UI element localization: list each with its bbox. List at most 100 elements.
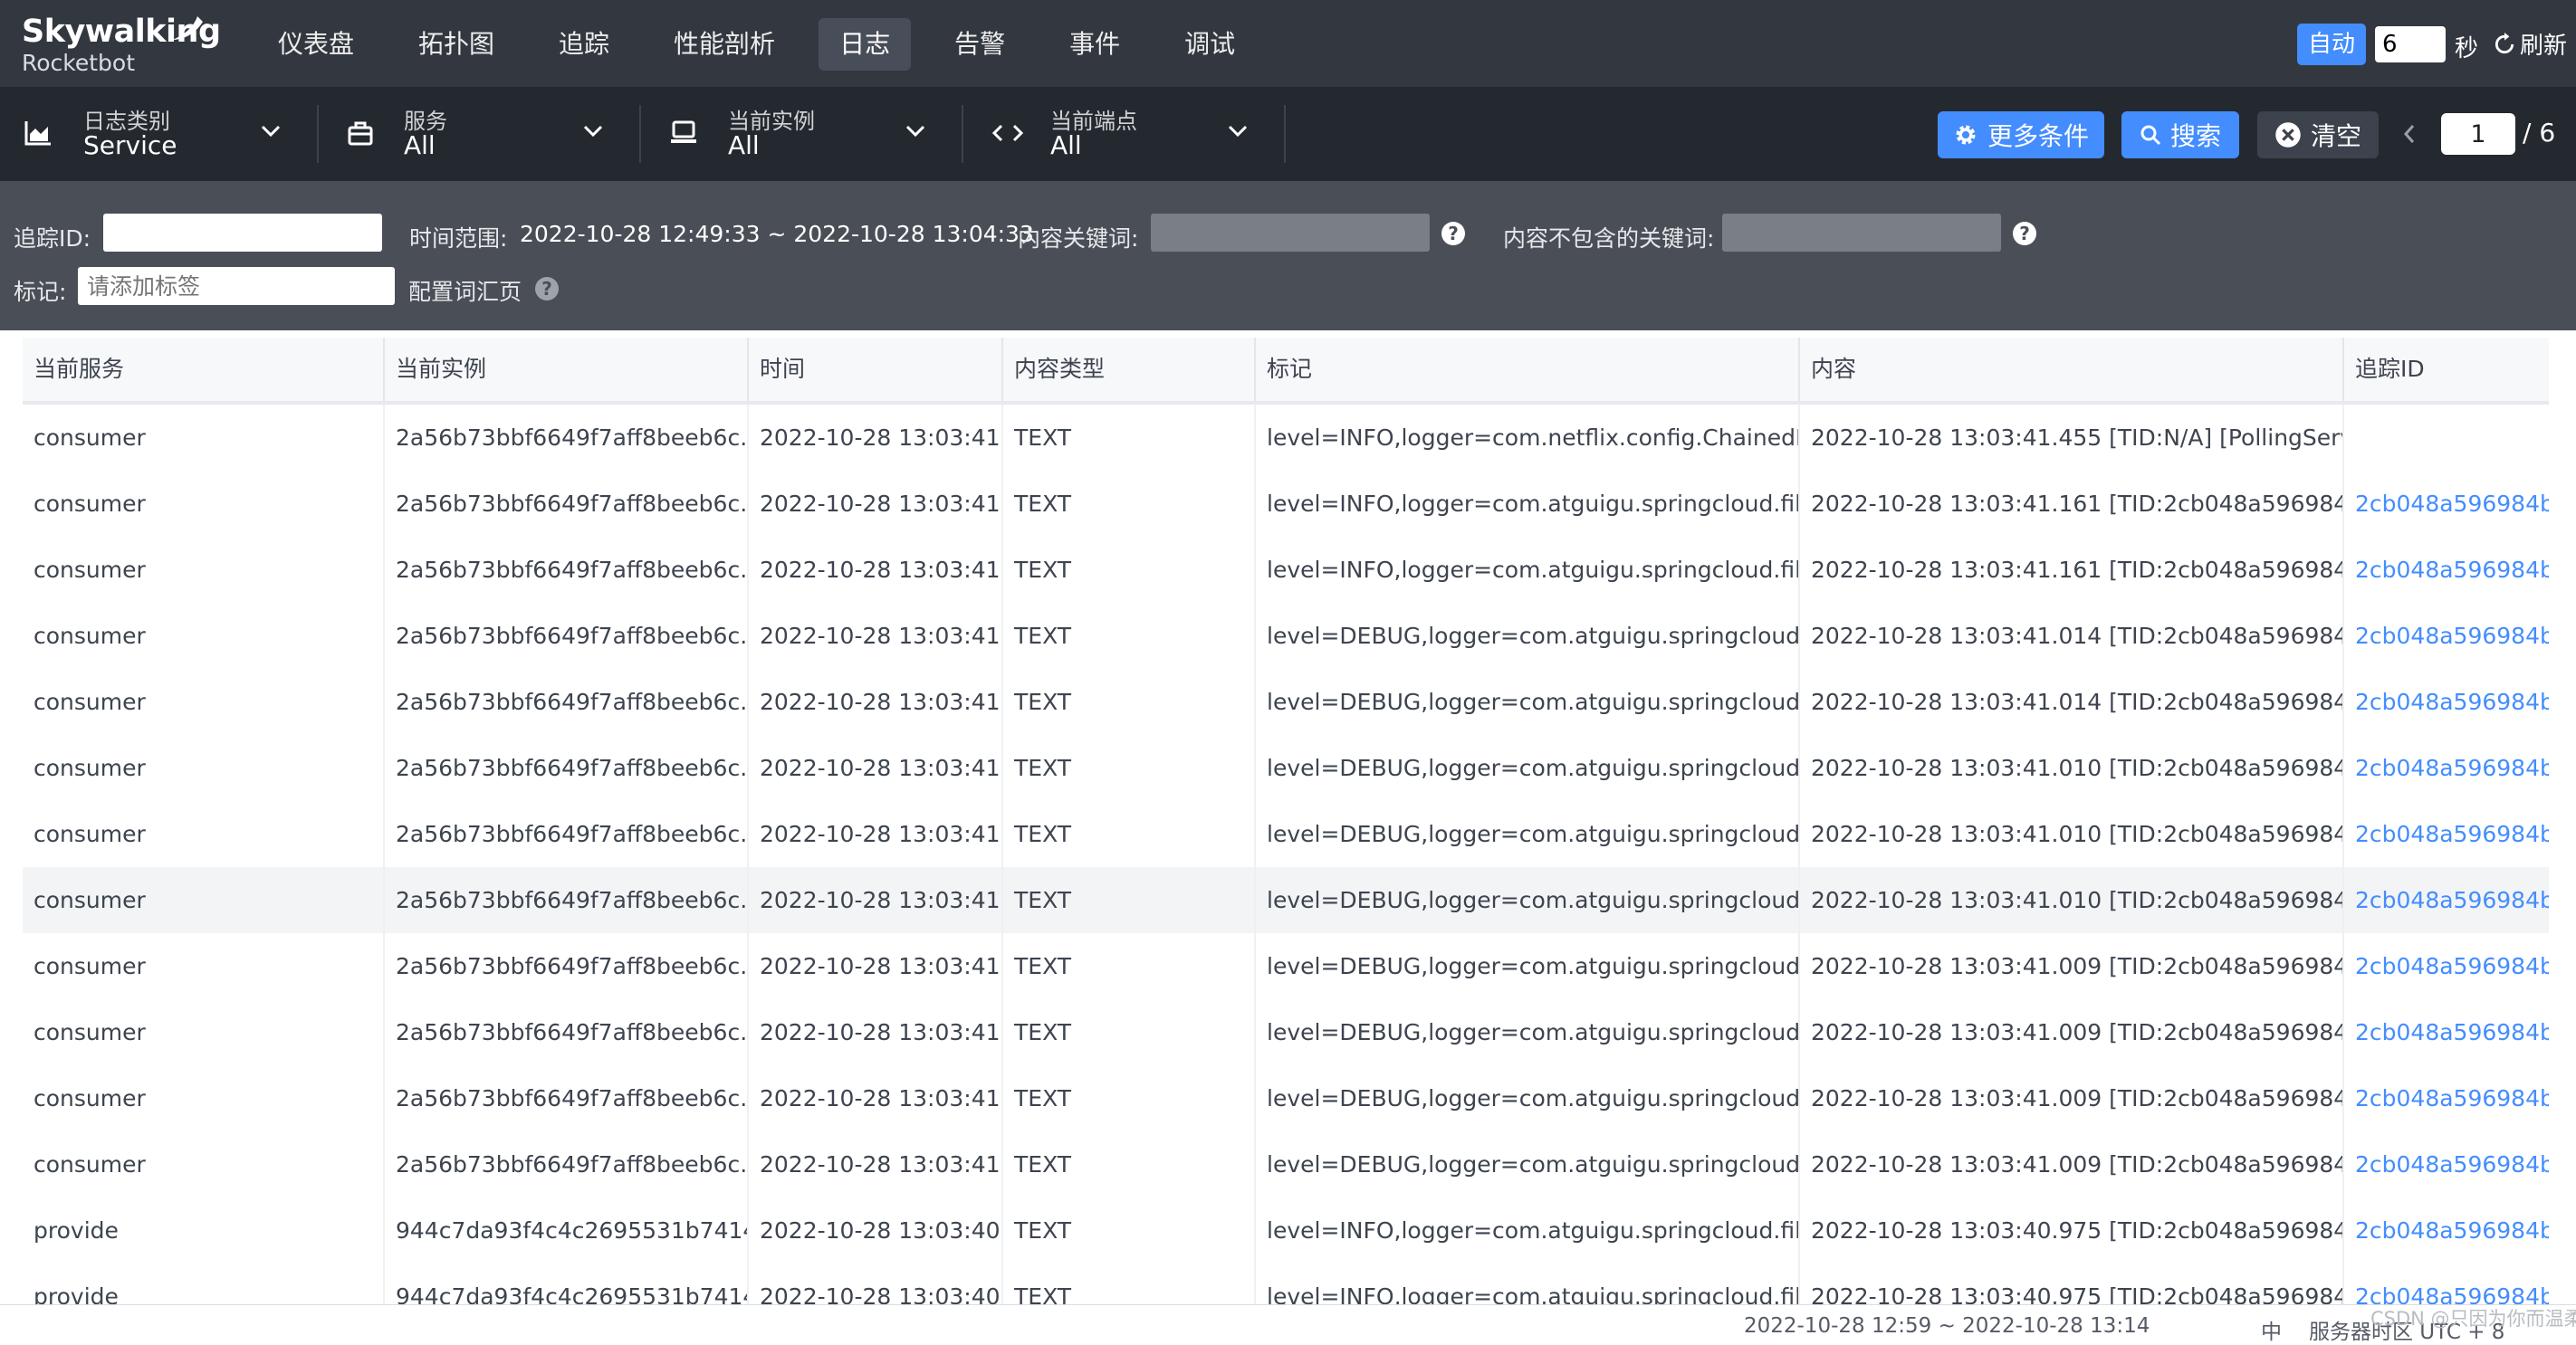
cell-time: 2022-10-28 13:03:41 (749, 735, 1003, 801)
log-type-selector[interactable]: 日志类别 Service (0, 87, 317, 181)
table-row[interactable]: consumer 2a56b73bbf6649f7aff8beeb6c... 202… (23, 537, 2549, 603)
log-table: 当前服务 当前实例 时间 内容类型 标记 内容 追踪ID consumer 2a5… (23, 338, 2549, 1330)
cell-content-type: TEXT (1003, 1197, 1256, 1264)
time-range-value[interactable]: 2022-10-28 12:49:33 ~ 2022-10-28 13:04:3… (520, 221, 1034, 247)
selector-bar: 日志类别 Service 服务 All 当前实例 All 当前端点 All 更多… (0, 87, 2576, 268)
cell-content: 2022-10-28 13:03:41.455 [TID:N/A] [Polli… (1800, 405, 2344, 471)
cell-service: consumer (23, 405, 385, 471)
cell-trace-id[interactable]: 2cb048a596984be (2344, 867, 2549, 933)
refresh-icon (2495, 32, 2514, 53)
cell-content-type: TEXT (1003, 669, 1256, 735)
logo-subtitle: Rocketbot (22, 50, 136, 76)
cell-instance: 2a56b73bbf6649f7aff8beeb6c... (385, 537, 749, 603)
condition-panel: 追踪ID: 时间范围: 2022-10-28 12:49:33 ~ 2022-1… (0, 181, 2576, 330)
cell-content-type: TEXT (1003, 801, 1256, 867)
watermark: CSDN @只因为你而温柔 (2370, 1308, 2576, 1330)
table-row[interactable]: consumer 2a56b73bbf6649f7aff8beeb6c... 202… (23, 999, 2549, 1065)
cell-service: consumer (23, 537, 385, 603)
cell-time: 2022-10-28 13:03:41 (749, 1131, 1003, 1197)
logo[interactable]: Skywalking Rocketbot (22, 16, 221, 76)
chevron-left-icon[interactable] (2402, 123, 2417, 145)
cell-trace-id[interactable]: 2cb048a596984be (2344, 669, 2549, 735)
cell-trace-id[interactable]: 2cb048a596984be (2344, 735, 2549, 801)
laptop-icon (671, 120, 696, 143)
nav-item-topology[interactable]: 拓扑图 (397, 18, 515, 71)
cell-trace-id[interactable]: 2cb048a596984be (2344, 1065, 2549, 1131)
nav-item-dashboard[interactable]: 仪表盘 (257, 18, 375, 71)
table-row[interactable]: consumer 2a56b73bbf6649f7aff8beeb6c... 202… (23, 669, 2549, 735)
table-row[interactable]: consumer 2a56b73bbf6649f7aff8beeb6c... 202… (23, 735, 2549, 801)
instance-selector[interactable]: 当前实例 All (641, 87, 962, 181)
table-row[interactable]: consumer 2a56b73bbf6649f7aff8beeb6c... 202… (23, 867, 2549, 933)
search-button[interactable]: 搜索 (2121, 111, 2239, 158)
cell-time: 2022-10-28 13:03:41 (749, 537, 1003, 603)
cell-time: 2022-10-28 13:03:41 (749, 669, 1003, 735)
nav-item-trace[interactable]: 追踪 (538, 18, 630, 71)
cell-trace-id[interactable]: 2cb048a596984be (2344, 1131, 2549, 1197)
table-row[interactable]: consumer 2a56b73bbf6649f7aff8beeb6c... 202… (23, 933, 2549, 999)
endpoint-value: All (1050, 130, 1082, 160)
column-header-instance: 当前实例 (385, 338, 749, 401)
nav-item-alarm[interactable]: 告警 (934, 18, 1026, 71)
status-time-range[interactable]: 2022-10-28 12:59 ~ 2022-10-28 13:14 (1744, 1314, 2150, 1338)
column-header-trace-id: 追踪ID (2355, 356, 2425, 382)
cell-content: 2022-10-28 13:03:41.009 [TID:2cb048a5969… (1800, 933, 2344, 999)
cell-content-type: TEXT (1003, 405, 1256, 471)
cell-service: consumer (23, 471, 385, 537)
column-header-service: 当前服务 (23, 338, 385, 401)
nav-item-debug[interactable]: 调试 (1164, 18, 1256, 71)
nav-item-profile[interactable]: 性能剖析 (653, 18, 796, 71)
cell-trace-id[interactable]: 2cb048a596984be (2344, 603, 2549, 669)
cell-instance: 2a56b73bbf6649f7aff8beeb6c... (385, 735, 749, 801)
cell-instance: 2a56b73bbf6649f7aff8beeb6c... (385, 669, 749, 735)
clear-button[interactable]: 清空 (2257, 111, 2379, 158)
tags-input[interactable] (78, 267, 395, 305)
search-icon (2140, 125, 2161, 146)
page-number-input[interactable] (2441, 113, 2515, 155)
cell-service: provide (23, 1197, 385, 1264)
help-icon[interactable]: ? (2013, 222, 2036, 245)
cell-content: 2022-10-28 13:03:41.014 [TID:2cb048a5969… (1800, 603, 2344, 669)
cell-time: 2022-10-28 13:03:41 (749, 801, 1003, 867)
cell-trace-id[interactable] (2344, 405, 2549, 471)
table-row[interactable]: consumer 2a56b73bbf6649f7aff8beeb6c... 202… (23, 471, 2549, 537)
help-icon[interactable]: ? (535, 277, 559, 300)
table-row[interactable]: consumer 2a56b73bbf6649f7aff8beeb6c... 202… (23, 1131, 2549, 1197)
config-vocab-link[interactable]: 配置词汇页 (408, 274, 522, 307)
exclude-keywords-input[interactable] (1722, 214, 2001, 252)
cell-trace-id[interactable]: 2cb048a596984be (2344, 801, 2549, 867)
refresh-interval-input[interactable] (2375, 26, 2446, 62)
cell-trace-id[interactable]: 2cb048a596984be (2344, 999, 2549, 1065)
table-row[interactable]: consumer 2a56b73bbf6649f7aff8beeb6c... 202… (23, 603, 2549, 669)
close-circle-icon (2275, 122, 2301, 148)
cell-service: consumer (23, 603, 385, 669)
service-selector[interactable]: 服务 All (319, 87, 639, 181)
table-row[interactable]: consumer 2a56b73bbf6649f7aff8beeb6c... 202… (23, 405, 2549, 471)
refresh-button[interactable]: 刷新 (2493, 27, 2567, 61)
trace-id-input[interactable] (103, 214, 382, 252)
cell-content: 2022-10-28 13:03:41.010 [TID:2cb048a5969… (1800, 801, 2344, 867)
keywords-input[interactable] (1151, 214, 1430, 252)
table-row[interactable]: consumer 2a56b73bbf6649f7aff8beeb6c... 202… (23, 801, 2549, 867)
cell-content: 2022-10-28 13:03:41.009 [TID:2cb048a5969… (1800, 1131, 2344, 1197)
cell-instance: 944c7da93f4c4c2695531b7414... (385, 1197, 749, 1264)
cell-trace-id[interactable]: 2cb048a596984be (2344, 933, 2549, 999)
language-toggle[interactable]: 中 (2261, 1314, 2282, 1345)
cell-instance: 2a56b73bbf6649f7aff8beeb6c... (385, 1065, 749, 1131)
table-row[interactable]: consumer 2a56b73bbf6649f7aff8beeb6c... 202… (23, 1065, 2549, 1131)
nav-item-event[interactable]: 事件 (1049, 18, 1141, 71)
endpoint-selector[interactable]: 当前端点 All (963, 87, 1284, 181)
help-icon[interactable]: ? (1441, 222, 1465, 245)
table-row[interactable]: provide 944c7da93f4c4c2695531b7414... 2022… (23, 1197, 2549, 1264)
cell-trace-id[interactable]: 2cb048a596984be (2344, 1197, 2549, 1264)
cell-service: consumer (23, 933, 385, 999)
cell-service: consumer (23, 867, 385, 933)
column-header-content: 内容 (1800, 338, 2344, 401)
nav-item-log[interactable]: 日志 (819, 18, 912, 71)
more-conditions-button[interactable]: 更多条件 (1938, 111, 2104, 158)
cell-service: consumer (23, 669, 385, 735)
auto-refresh-button[interactable]: 自动 (2297, 24, 2366, 65)
cell-service: consumer (23, 1131, 385, 1197)
cell-trace-id[interactable]: 2cb048a596984be (2344, 471, 2549, 537)
cell-trace-id[interactable]: 2cb048a596984be (2344, 537, 2549, 603)
